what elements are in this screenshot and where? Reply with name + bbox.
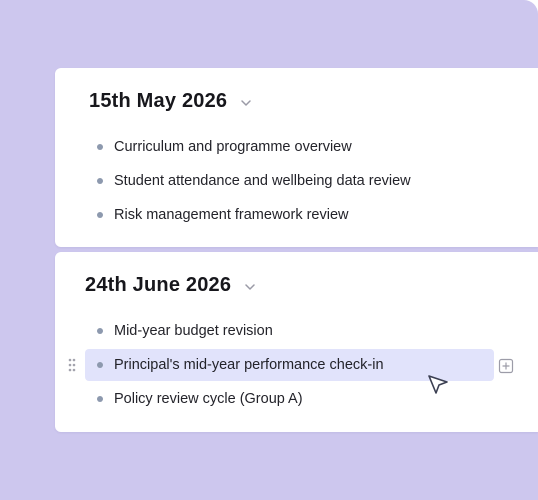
bullet-icon (97, 212, 103, 218)
agenda-item[interactable]: Mid-year budget revision (85, 315, 483, 347)
agenda-item-label: Risk management framework review (114, 207, 349, 223)
section-header: 24th June 2026 (85, 274, 257, 297)
bullet-icon (97, 144, 103, 150)
chevron-down-icon[interactable] (243, 280, 257, 294)
agenda-item[interactable]: Curriculum and programme overview (85, 131, 483, 163)
plus-square-icon[interactable] (498, 358, 514, 374)
section-date-title: 15th May 2026 (89, 90, 228, 112)
chevron-down-icon[interactable] (239, 96, 253, 110)
meeting-section-june: 24th June 2026 Mid-year budget revision (55, 252, 538, 432)
bullet-icon (97, 328, 103, 334)
agenda-item[interactable]: Student attendance and wellbeing data re… (85, 165, 483, 197)
agenda-item-label: Mid-year budget revision (114, 323, 273, 339)
agenda-list: Curriculum and programme overview Studen… (85, 131, 483, 233)
agenda-item-label: Student attendance and wellbeing data re… (114, 173, 411, 189)
meeting-section-may: 15th May 2026 Curriculum and programme o… (55, 68, 538, 247)
agenda-canvas: 15th May 2026 Curriculum and programme o… (0, 0, 538, 500)
bullet-icon (97, 362, 103, 368)
agenda-item[interactable]: Policy review cycle (Group A) (85, 383, 483, 415)
agenda-list: Mid-year budget revision Principal's mid… (68, 315, 494, 417)
agenda-item-label: Principal's mid-year performance check-i… (114, 357, 384, 373)
bullet-icon (97, 178, 103, 184)
agenda-item-label: Policy review cycle (Group A) (114, 391, 303, 407)
agenda-item-label: Curriculum and programme overview (114, 139, 352, 155)
section-date-title: 24th June 2026 (85, 274, 232, 296)
agenda-item[interactable]: Risk management framework review (85, 199, 483, 231)
bullet-icon (97, 396, 103, 402)
drag-handle-icon[interactable] (68, 358, 76, 372)
agenda-item-hovered[interactable]: Principal's mid-year performance check-i… (68, 349, 494, 381)
section-header: 15th May 2026 (89, 90, 253, 113)
